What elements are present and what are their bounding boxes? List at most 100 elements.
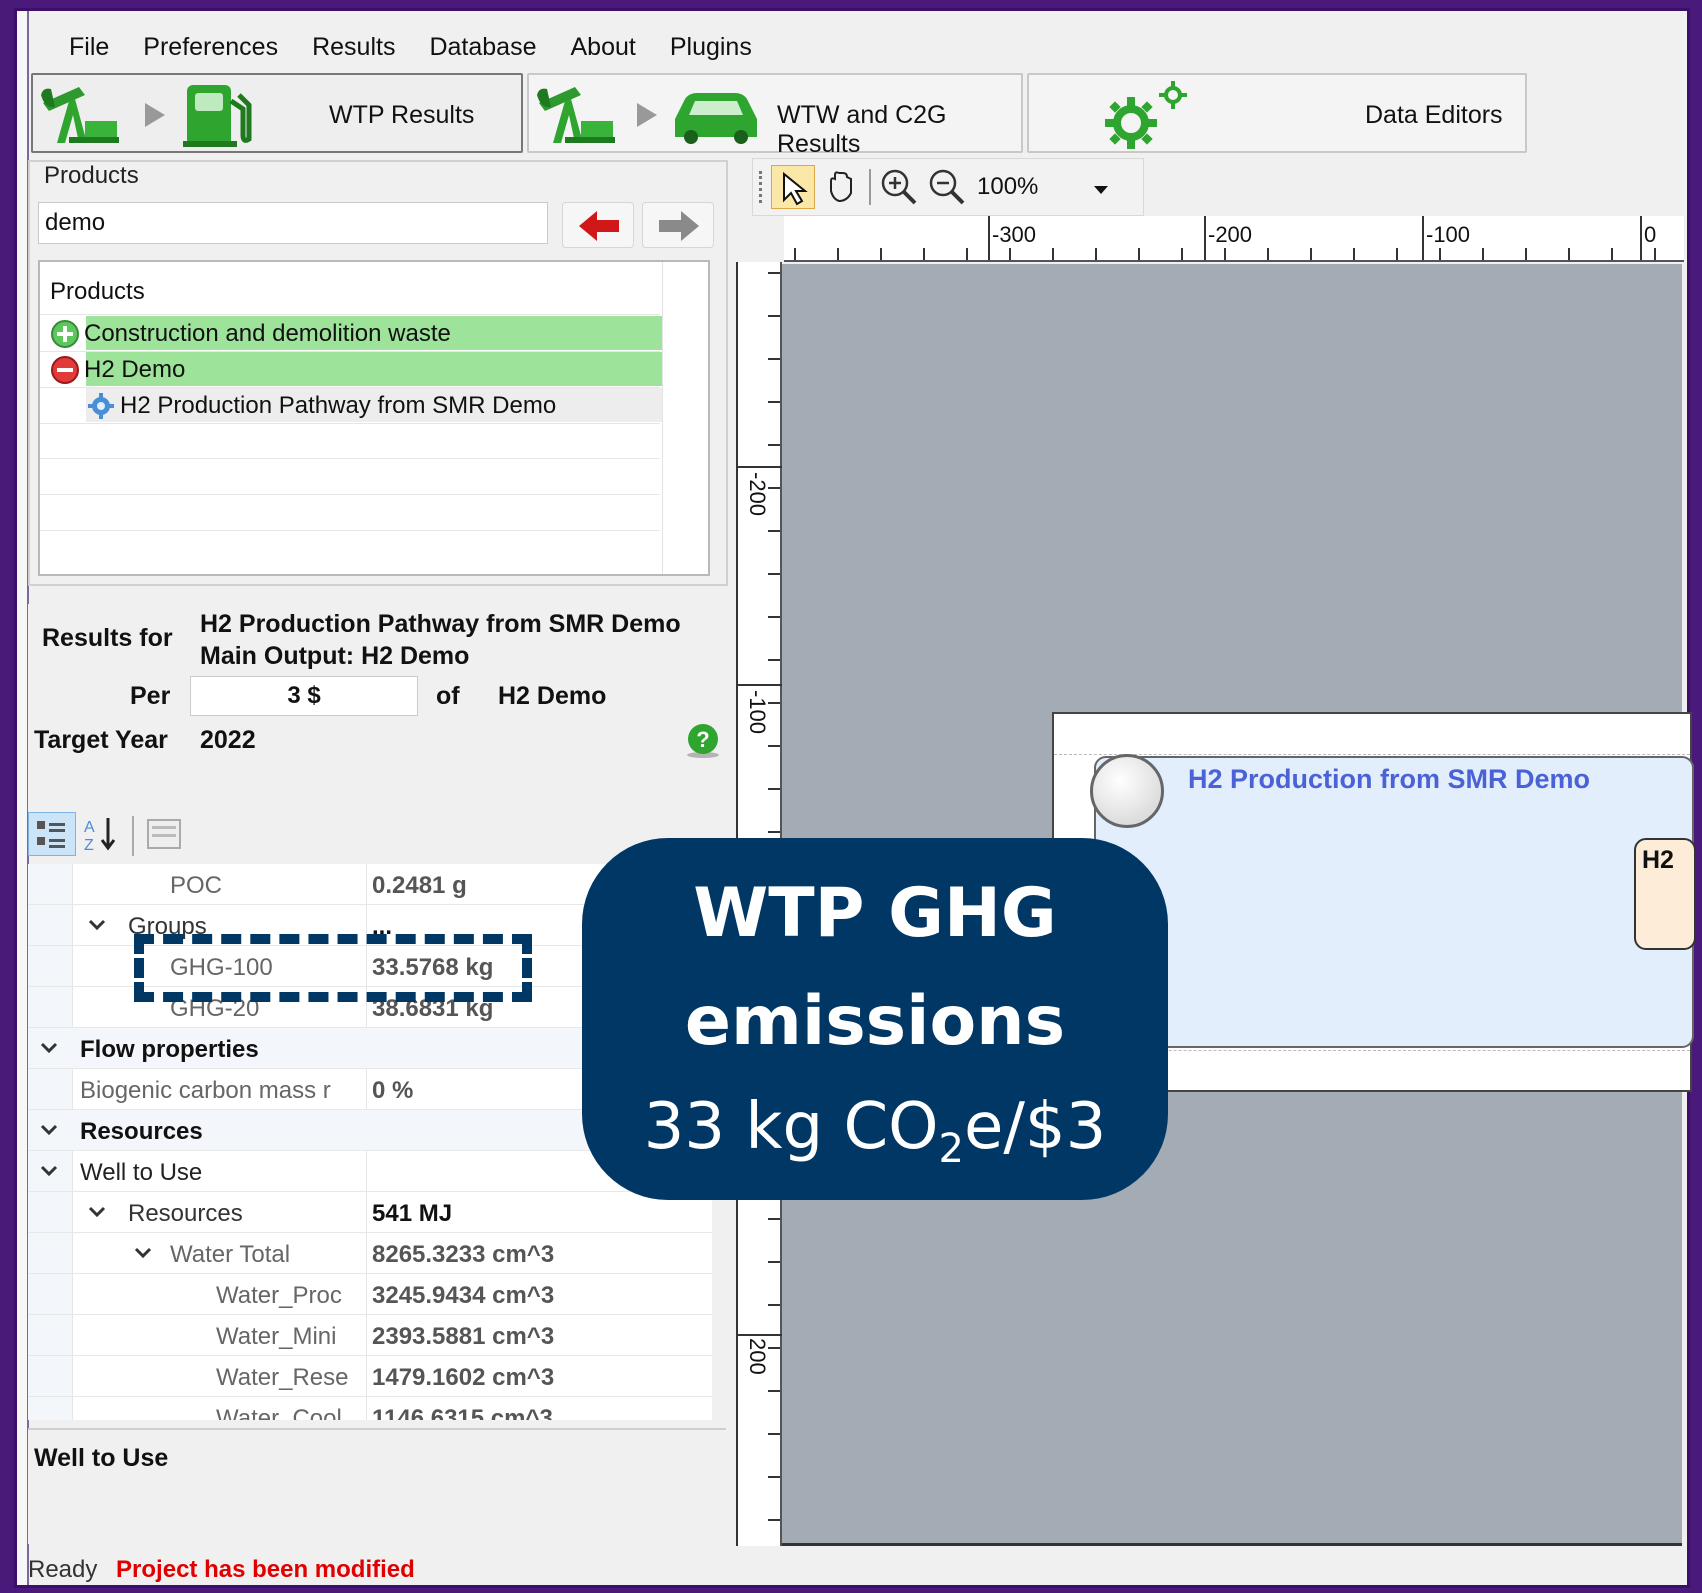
ruler-label: 0: [1644, 222, 1657, 247]
menu-preferences[interactable]: Preferences: [143, 33, 278, 62]
zoom-in-icon: [881, 169, 917, 205]
arrow-left-icon: [579, 211, 619, 241]
pathway-gear-icon: [88, 393, 114, 419]
tree-divider: [40, 458, 660, 459]
ruler-major-tick: [738, 1334, 782, 1336]
page-guide: [1054, 754, 1690, 755]
status-bar: Ready Project has been modified: [28, 1556, 1688, 1586]
callout-line2: emissions: [684, 982, 1066, 1061]
tree-item-h2-demo[interactable]: H2 Demo: [50, 352, 185, 388]
grid-row-resources[interactable]: Resources 541 MJ: [28, 1192, 712, 1233]
ruler-minor-tick: [768, 487, 780, 489]
ruler-minor-tick: [768, 659, 780, 661]
car-icon: [675, 93, 757, 144]
toolbar-grip: [759, 171, 763, 203]
property-pages-button[interactable]: [144, 814, 184, 854]
menu-plugins[interactable]: Plugins: [670, 33, 752, 62]
canvas-toolbar: 100%: [752, 158, 1144, 216]
forward-button[interactable]: [642, 202, 714, 248]
ruler-label: -100: [1426, 222, 1471, 247]
property-value: 541 MJ: [372, 1200, 453, 1227]
property-name: Water_Proc: [216, 1282, 342, 1309]
menu-file[interactable]: File: [69, 33, 109, 62]
product-search-input[interactable]: [38, 202, 548, 244]
tree-item-construction-waste[interactable]: Construction and demolition waste: [50, 316, 451, 352]
sort-az-icon: A Z: [84, 818, 116, 854]
ruler-minor-tick: [1353, 248, 1355, 260]
ruler-minor-tick: [1224, 248, 1226, 260]
chevron-down-icon[interactable]: [38, 1118, 60, 1140]
process-node[interactable]: H2 Production from SMR Demo H2: [1090, 754, 1696, 1048]
ruler-major-tick: [738, 466, 782, 468]
ruler-minor-tick: [966, 248, 968, 260]
ruler-minor-tick: [923, 248, 925, 260]
property-name: Biogenic carbon mass r: [80, 1077, 331, 1104]
wtw-results-button[interactable]: WTW and C2G Results: [527, 73, 1023, 158]
ruler-minor-tick: [1439, 248, 1441, 260]
property-name: POC: [170, 872, 223, 899]
data-editors-button[interactable]: Data Editors: [1027, 73, 1527, 153]
tree-item-label: Construction and demolition waste: [84, 320, 451, 347]
menu-database[interactable]: Database: [429, 33, 536, 62]
pan-tool-button[interactable]: [819, 165, 863, 209]
property-value: 1146.6315 cm^3: [372, 1405, 553, 1420]
ruler-minor-tick: [1525, 248, 1527, 260]
ruler-minor-tick: [768, 831, 780, 833]
tree-divider: [40, 423, 660, 424]
ruler-minor-tick: [1568, 248, 1570, 260]
wtp-results-button[interactable]: WTP Results: [31, 73, 523, 153]
ruler-minor-tick: [768, 272, 780, 274]
help-icon[interactable]: ?: [684, 722, 722, 760]
chevron-down-icon[interactable]: [38, 1036, 60, 1058]
grid-row-water-mini[interactable]: Water_Mini 2393.5881 cm^3: [28, 1315, 712, 1356]
chevron-down-icon[interactable]: [38, 1159, 60, 1181]
ruler-major-tick: [988, 216, 990, 260]
expand-plus-icon[interactable]: [50, 319, 80, 349]
grid-row-water-cool[interactable]: Water_Cool 1146.6315 cm^3: [28, 1397, 712, 1420]
ruler-minor-tick: [768, 1347, 780, 1349]
menu-results[interactable]: Results: [312, 33, 395, 62]
ruler-major-tick: [1422, 216, 1424, 260]
tree-item-label: H2 Demo: [84, 356, 186, 383]
alphabetical-view-button[interactable]: A Z: [80, 812, 124, 856]
ruler-minor-tick: [768, 444, 780, 446]
tree-item-label: H2 Production Pathway from SMR Demo: [120, 392, 557, 419]
ruler-minor-tick: [768, 315, 780, 317]
ruler-minor-tick: [768, 401, 780, 403]
chevron-down-icon[interactable]: [132, 1241, 154, 1263]
back-button[interactable]: [562, 202, 634, 248]
collapse-minus-icon[interactable]: [50, 355, 80, 385]
menu-about[interactable]: About: [571, 33, 636, 62]
tree-column-divider: [662, 262, 663, 574]
dropdown-arrow-icon[interactable]: [1089, 177, 1113, 201]
description-title: Well to Use: [34, 1444, 169, 1472]
ruler-label: 200: [745, 1338, 770, 1375]
oil-pump-icon: [41, 87, 119, 143]
grid-row-water-total[interactable]: Water Total 8265.3233 cm^3: [28, 1233, 712, 1274]
wtw-results-label: WTW and C2G Results: [777, 101, 947, 158]
chevron-down-icon[interactable]: [86, 913, 108, 935]
tree-divider: [40, 314, 660, 315]
ruler-minor-tick: [837, 248, 839, 260]
categorized-view-button[interactable]: [28, 812, 76, 856]
per-amount-input[interactable]: [190, 676, 418, 716]
ruler-minor-tick: [768, 745, 780, 747]
zoom-in-button[interactable]: [877, 165, 921, 209]
output-tag[interactable]: H2: [1634, 838, 1696, 950]
property-value: 1479.1602 cm^3: [372, 1364, 555, 1391]
zoom-level[interactable]: 100%: [977, 173, 1038, 201]
process-port-icon[interactable]: [1090, 754, 1164, 828]
pointer-icon: [783, 171, 808, 206]
zoom-out-button[interactable]: [925, 165, 969, 209]
grid-row-water-proc[interactable]: Water_Proc 3245.9434 cm^3: [28, 1274, 712, 1315]
arrow-right-icon: [659, 211, 699, 241]
per-label: Per: [130, 682, 171, 710]
select-tool-button[interactable]: [771, 165, 815, 209]
chevron-down-icon[interactable]: [86, 1200, 108, 1222]
ruler-label: -200: [745, 472, 770, 517]
zoom-out-icon: [929, 169, 965, 205]
tree-item-h2-pathway[interactable]: H2 Production Pathway from SMR Demo: [86, 388, 556, 424]
callout-value-prefix: 33 kg CO: [643, 1090, 939, 1164]
hand-icon: [830, 171, 852, 203]
grid-row-water-rese[interactable]: Water_Rese 1479.1602 cm^3: [28, 1356, 712, 1397]
